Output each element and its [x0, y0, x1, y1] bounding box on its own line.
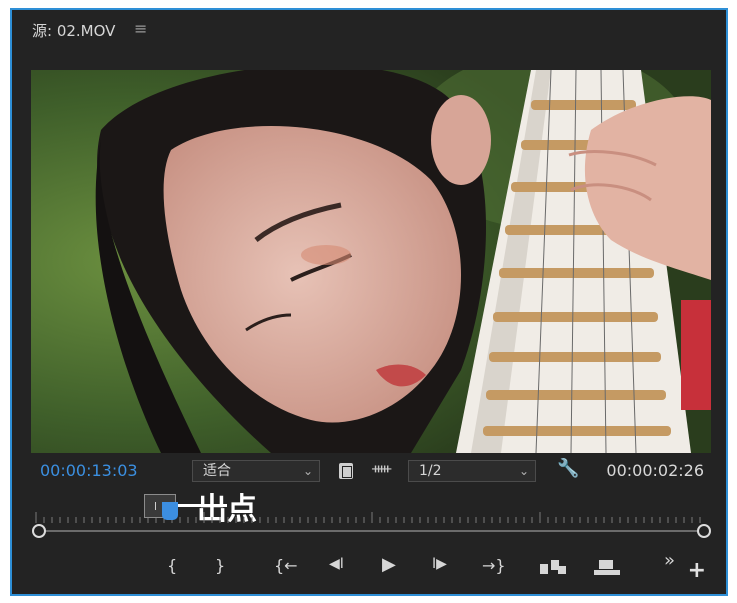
- step-forward-button[interactable]: I▶: [432, 556, 447, 572]
- scrollbar-start-handle[interactable]: [32, 524, 46, 538]
- chevron-down-icon: ⌄: [302, 464, 313, 478]
- go-to-in-button[interactable]: {←: [274, 556, 298, 575]
- out-point-marker[interactable]: [162, 502, 178, 520]
- current-timecode[interactable]: 00:00:13:03: [40, 461, 138, 480]
- go-to-out-button[interactable]: →}: [482, 556, 506, 575]
- chevron-down-icon: ⌄: [518, 464, 529, 478]
- add-button-icon[interactable]: +: [688, 558, 706, 583]
- scrollbar-end-handle[interactable]: [697, 524, 711, 538]
- mark-in-button[interactable]: {: [167, 556, 177, 575]
- snap-icon[interactable]: ᚔ: [372, 461, 391, 477]
- zoom-fit-select[interactable]: 适合 ⌄: [192, 460, 320, 482]
- video-frame-image: [31, 70, 711, 453]
- playback-resolution-select[interactable]: 1/2 ⌄: [408, 460, 536, 482]
- transport-controls: { } {← ◀I ▶ I▶ →} » +: [12, 550, 726, 584]
- video-preview: [31, 70, 711, 453]
- duration-timecode: 00:00:02:26: [606, 461, 704, 480]
- panel-title: 源: 02.MOV: [32, 22, 116, 40]
- more-buttons-icon[interactable]: »: [664, 550, 675, 571]
- play-button[interactable]: ▶: [382, 554, 396, 575]
- insert-icon[interactable]: [540, 560, 566, 576]
- monitor-controls-row: 00:00:13:03 适合 ⌄ ᚔ 1/2 ⌄ 🔧 00:00:02:26: [12, 456, 726, 486]
- time-ruler[interactable]: [32, 510, 704, 524]
- resolution-value: 1/2: [419, 463, 442, 479]
- source-monitor-panel: 源: 02.MOV ≡ 00:00:13:03 适合 ⌄ ᚔ 1/2 ⌄ 🔧 0…: [10, 8, 728, 596]
- wrench-icon[interactable]: 🔧: [557, 458, 579, 479]
- hamburger-menu-icon[interactable]: ≡: [134, 19, 147, 38]
- safe-margins-icon[interactable]: [339, 463, 353, 479]
- zoom-scrollbar[interactable]: [38, 530, 703, 532]
- zoom-fit-value: 适合: [203, 463, 231, 479]
- panel-header: 源: 02.MOV ≡: [12, 10, 726, 54]
- overwrite-icon[interactable]: [594, 560, 620, 576]
- mark-out-button[interactable]: }: [215, 556, 225, 575]
- step-back-button[interactable]: ◀I: [329, 556, 344, 572]
